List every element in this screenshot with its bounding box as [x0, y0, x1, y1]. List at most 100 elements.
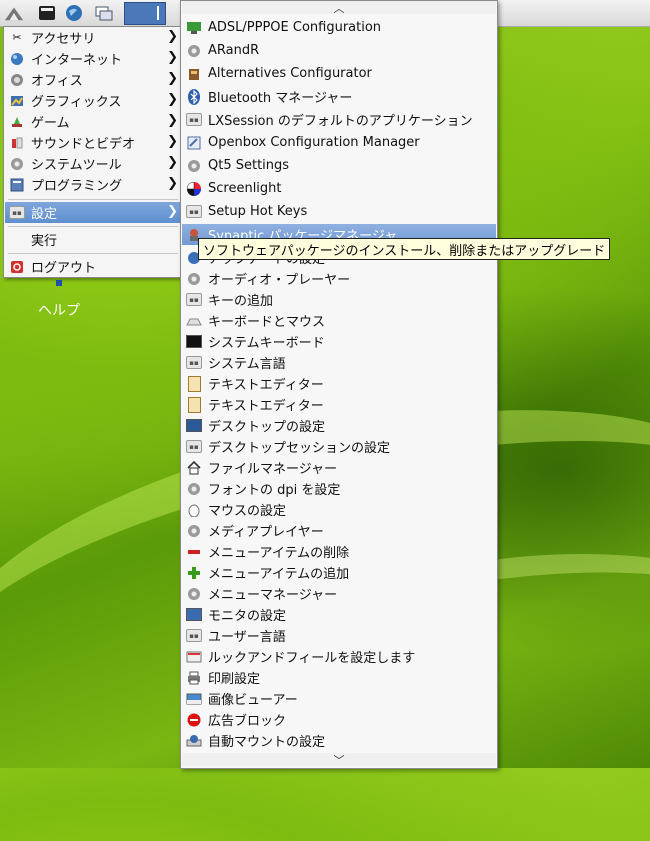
submenu-item-add-key[interactable]: ▪▪ キーの追加 [182, 289, 496, 310]
monitor-icon [186, 334, 202, 350]
keyboard-icon: ▪▪ [186, 355, 202, 371]
submenu-item-label: Qt5 Settings [208, 158, 290, 173]
chevron-right-icon: ❯ [167, 92, 178, 107]
submenu-item-hotkeys[interactable]: ▪▪ Setup Hot Keys [182, 201, 496, 222]
submenu-item-label: 印刷設定 [208, 672, 261, 687]
menu-item-games[interactable]: ゲーム ❯ [5, 111, 181, 132]
submenu-item-text-editor-2[interactable]: テキストエディター [182, 394, 496, 415]
submenu-item-monitor-settings[interactable]: モニタの設定 [182, 604, 496, 625]
desktop-switch-icon[interactable] [94, 3, 114, 23]
submenu-item-alternatives[interactable]: Alternatives Configurator [182, 63, 496, 84]
submenu-item-label: デスクトップの設定 [208, 420, 326, 435]
menu-item-label: ゲーム [31, 116, 70, 131]
submenu-item-look-and-feel[interactable]: ルックアンドフィールを設定します [182, 646, 496, 667]
scroll-up-button[interactable]: ︿ [182, 1, 496, 15]
submenu-item-image-viewer[interactable]: 画像ビューアー [182, 688, 496, 709]
chevron-right-icon: ❯ [167, 204, 178, 219]
chevron-right-icon: ❯ [167, 29, 178, 44]
menu-item-label: プログラミング [31, 179, 123, 194]
submenu-item-label: ユーザー言語 [208, 630, 286, 645]
submenu-item-label: フォントの dpi を設定 [208, 483, 341, 498]
submenu-item-label: モニタの設定 [208, 609, 287, 624]
submenu-item-media-player[interactable]: メディアプレイヤー [182, 520, 496, 541]
submenu-item-label: デスクトップセッションの設定 [208, 441, 391, 456]
submenu-item-label: Setup Hot Keys [208, 204, 308, 219]
menu-launcher-icon[interactable] [4, 3, 24, 23]
submenu-item-user-language[interactable]: ▪▪ ユーザー言語 [182, 625, 496, 646]
keyboard-icon: ▪▪ [186, 204, 202, 220]
keyboard-icon: ▪▪ [186, 628, 202, 644]
terminal-icon[interactable] [37, 3, 57, 23]
menu-item-label: インターネット [31, 53, 123, 68]
menu-item-office[interactable]: オフィス ❯ [5, 69, 181, 90]
submenu-item-menu-manager[interactable]: メニューマネージャー [182, 583, 496, 604]
taskbar-window-button[interactable] [124, 2, 166, 25]
submenu-item-desktop-settings[interactable]: デスクトップの設定 [182, 415, 496, 436]
mouse-icon [186, 502, 202, 518]
submenu-item-label: Alternatives Configurator [208, 66, 372, 81]
submenu-item-lxsession[interactable]: ▪▪ LXSession のデフォルトのアプリケーション [182, 109, 496, 130]
menu-item-programming[interactable]: プログラミング ❯ [5, 174, 181, 195]
submenu-item-file-manager[interactable]: ファイルマネージャー [182, 457, 496, 478]
submenu-item-screenlight[interactable]: Screenlight [182, 178, 496, 199]
submenu-item-label: テキストエディター [208, 378, 324, 393]
submenu-item-system-language[interactable]: ▪▪ システム言語 [182, 352, 496, 373]
chevron-right-icon: ❯ [167, 176, 178, 191]
gear-icon [186, 271, 202, 287]
submenu-item-text-editor[interactable]: テキストエディター [182, 373, 496, 394]
menu-item-logout[interactable]: ログアウト [5, 256, 181, 277]
screenlight-icon [186, 181, 202, 197]
menu-item-label: オフィス [31, 74, 83, 89]
keyboard-icon: ▪▪ [186, 439, 202, 455]
menu-separator [8, 226, 178, 227]
submenu-item-print-settings[interactable]: 印刷設定 [182, 667, 496, 688]
system-tools-icon [9, 156, 25, 172]
submenu-item-font-dpi[interactable]: フォントの dpi を設定 [182, 478, 496, 499]
menu-item-run[interactable]: 実行 [5, 229, 181, 250]
menu-item-label: ログアウト [31, 261, 97, 276]
menu-item-internet[interactable]: インターネット ❯ [5, 48, 181, 69]
scroll-down-button[interactable]: ﹀ [182, 753, 496, 767]
chevron-right-icon: ❯ [167, 50, 178, 65]
menu-separator [8, 253, 178, 254]
submenu-item-label: メニューアイテムの削除 [208, 546, 350, 561]
menu-item-system-tools[interactable]: システムツール ❯ [5, 153, 181, 174]
submenu-item-arandr[interactable]: ARandR [182, 40, 496, 61]
submenu-item-remove-menu-item[interactable]: メニューアイテムの削除 [182, 541, 496, 562]
submenu-item-bluetooth[interactable]: Bluetooth マネージャー [182, 86, 496, 107]
web-browser-icon[interactable] [64, 3, 84, 23]
bluetooth-icon [186, 88, 202, 105]
help-desktop-label[interactable]: ヘルプ [38, 300, 80, 320]
submenu-item-label: Screenlight [208, 181, 282, 196]
submenu-item-label: テキストエディター [208, 399, 324, 414]
submenu-item-label: キーボードとマウス [208, 315, 326, 330]
openbox-icon [186, 135, 202, 151]
submenu-item-adsl[interactable]: ADSL/PPPOE Configuration [182, 17, 496, 38]
submenu-item-label: ARandR [208, 43, 260, 58]
submenu-item-label: マウスの設定 [208, 504, 287, 519]
block-icon [186, 712, 202, 728]
menu-item-label: サウンドとビデオ [31, 137, 136, 152]
menu-item-label: 実行 [31, 234, 58, 249]
submenu-item-ad-block[interactable]: 広告ブロック [182, 709, 496, 730]
gear-icon [186, 158, 202, 174]
keyboard-mouse-icon [186, 313, 202, 329]
chevron-down-icon: ﹀ [333, 753, 345, 767]
submenu-item-system-keyboard[interactable]: システムキーボード [182, 331, 496, 352]
submenu-item-mouse-settings[interactable]: マウスの設定 [182, 499, 496, 520]
submenu-item-qt5[interactable]: Qt5 Settings [182, 155, 496, 176]
submenu-item-openbox[interactable]: Openbox Configuration Manager [182, 132, 496, 153]
menu-item-graphics[interactable]: グラフィックス ❯ [5, 90, 181, 111]
plus-icon [186, 565, 202, 581]
menu-item-sound-video[interactable]: サウンドとビデオ ❯ [5, 132, 181, 153]
submenu-item-keyboard-mouse[interactable]: キーボードとマウス [182, 310, 496, 331]
menu-item-settings[interactable]: ▪▪ 設定 ❯ [5, 202, 181, 223]
help-desktop-icon[interactable] [56, 280, 62, 286]
submenu-item-audio-player[interactable]: オーディオ・プレーヤー [182, 268, 496, 289]
menu-item-accessories[interactable]: ✂ アクセサリ ❯ [5, 27, 181, 48]
submenu-item-add-menu-item[interactable]: メニューアイテムの追加 [182, 562, 496, 583]
programming-icon [9, 177, 25, 193]
submenu-item-desktop-session[interactable]: ▪▪ デスクトップセッションの設定 [182, 436, 496, 457]
submenu-item-automount[interactable]: 自動マウントの設定 [182, 730, 496, 751]
minus-icon [186, 544, 202, 560]
